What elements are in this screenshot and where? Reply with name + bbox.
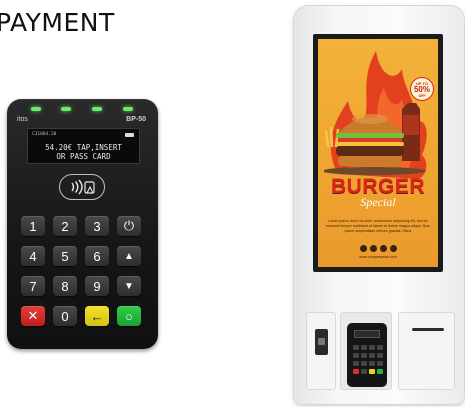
- mini-key: [369, 369, 375, 374]
- status-led: [31, 107, 41, 111]
- discount-badge: UP TO 50% OFF: [410, 77, 434, 101]
- mini-key: [353, 369, 359, 374]
- terminal-display: C31884.20 54.20€ TAP,INSERT OR PASS CARD: [27, 128, 140, 164]
- status-led: [123, 107, 133, 111]
- down-button[interactable]: ▼: [117, 276, 141, 296]
- terminal-display-id: C31884.20: [32, 132, 57, 137]
- key-1[interactable]: 1: [21, 216, 45, 236]
- qr-scanner-icon: [315, 329, 328, 355]
- key-6[interactable]: 6: [85, 246, 109, 266]
- self-service-kiosk: UP TO 50% OFF BURGER Special Lorem ipsum…: [294, 6, 464, 404]
- mini-key: [353, 361, 359, 366]
- mini-key: [361, 361, 367, 366]
- youtube-icon: [389, 245, 397, 252]
- status-led: [92, 107, 102, 111]
- mini-key: [361, 353, 367, 358]
- receipt-printer-bay: [398, 312, 455, 390]
- mini-key: [353, 353, 359, 358]
- discount-badge-value: 50%: [413, 85, 430, 94]
- contactless-icon: [59, 174, 105, 200]
- burger-image: [324, 103, 426, 175]
- key-7[interactable]: 7: [21, 276, 45, 296]
- mini-key: [369, 345, 375, 350]
- mini-key: [377, 361, 383, 366]
- key-2[interactable]: 2: [53, 216, 77, 236]
- mini-key: [369, 361, 375, 366]
- discount-badge-bottom: OFF: [418, 94, 426, 98]
- cancel-button[interactable]: ✕: [21, 306, 45, 326]
- ad-body-text: Lorem ipsum dolor sit amet, consectetur …: [326, 219, 430, 233]
- battery-icon: [125, 133, 134, 137]
- key-9[interactable]: 9: [85, 276, 109, 296]
- terminal-brand: itos: [17, 116, 28, 123]
- up-button[interactable]: ▲: [117, 246, 141, 266]
- key-4[interactable]: 4: [21, 246, 45, 266]
- clear-button[interactable]: ←: [85, 306, 109, 326]
- mini-key: [353, 345, 359, 350]
- instagram-icon: [359, 245, 367, 252]
- mini-key: [369, 353, 375, 358]
- key-8[interactable]: 8: [53, 276, 77, 296]
- mini-key: [361, 345, 367, 350]
- mini-key: [361, 369, 367, 374]
- terminal-display-line1: 54.20€ TAP,INSERT: [45, 143, 122, 152]
- key-0[interactable]: 0: [53, 306, 77, 326]
- mini-key: [377, 353, 383, 358]
- ad-url: www.companyweb.com: [359, 255, 397, 259]
- mini-key: [377, 369, 383, 374]
- burger-ad-poster: UP TO 50% OFF BURGER Special Lorem ipsum…: [318, 39, 438, 267]
- status-led: [61, 107, 71, 111]
- terminal-display-line2: OR PASS CARD: [56, 152, 111, 161]
- key-5[interactable]: 5: [53, 246, 77, 266]
- social-icons: [318, 245, 438, 252]
- key-3[interactable]: 3: [85, 216, 109, 236]
- page-heading: PAYMENT: [0, 8, 115, 37]
- ad-subtitle: Special: [360, 195, 396, 209]
- terminal-model: BP-50: [126, 116, 146, 123]
- facebook-icon: [369, 245, 377, 252]
- power-button[interactable]: ⏻: [117, 216, 141, 236]
- kiosk-screen[interactable]: UP TO 50% OFF BURGER Special Lorem ipsum…: [313, 34, 443, 272]
- enter-button[interactable]: ○: [117, 306, 141, 326]
- scanner-bay: [306, 312, 336, 390]
- mini-terminal-display: [354, 330, 380, 338]
- mini-key: [377, 345, 383, 350]
- card-terminal-bay: [340, 312, 392, 390]
- payment-terminal: itos BP-50 C31884.20 54.20€ TAP,INSERT O…: [7, 99, 158, 349]
- twitter-icon: [379, 245, 387, 252]
- mini-payment-terminal[interactable]: [347, 323, 387, 387]
- receipt-slot: [412, 328, 444, 331]
